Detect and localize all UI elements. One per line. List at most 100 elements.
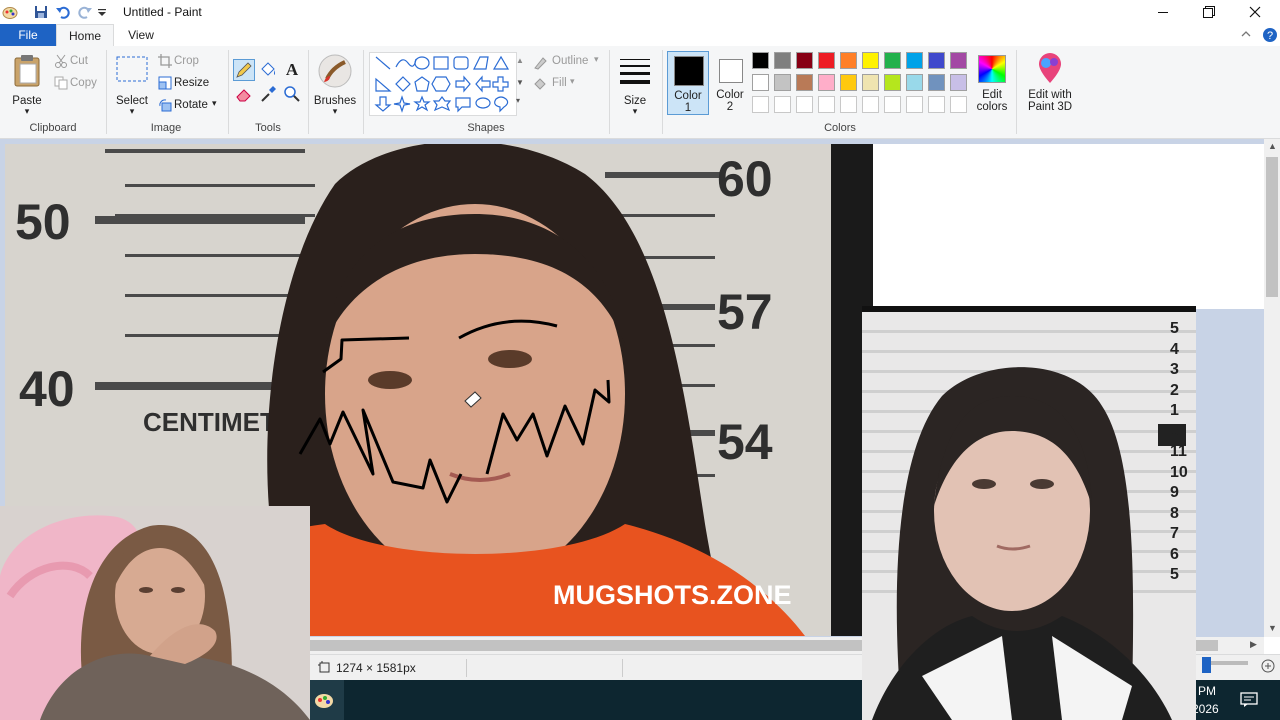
- color-picker-tool[interactable]: [258, 84, 278, 104]
- zoom-in-icon[interactable]: [1261, 659, 1275, 676]
- minimize-ribbon-icon[interactable]: [1240, 28, 1252, 43]
- palette-color[interactable]: [752, 74, 769, 91]
- customize-toolbar-icon[interactable]: [97, 4, 113, 20]
- palette-color[interactable]: [862, 52, 879, 69]
- save-icon[interactable]: [33, 4, 49, 20]
- scroll-right-icon[interactable]: ▶: [1250, 639, 1257, 650]
- taskbar-paint-app[interactable]: [306, 680, 344, 720]
- palette-color[interactable]: [840, 52, 857, 69]
- fill-tool[interactable]: [258, 60, 278, 80]
- zoom-slider-thumb[interactable]: [1202, 657, 1211, 673]
- pencil-icon: [236, 62, 252, 78]
- custom-color-slot[interactable]: [862, 96, 879, 113]
- palette-color[interactable]: [884, 74, 901, 91]
- rotate-button[interactable]: Rotate ▾: [156, 98, 222, 116]
- copy-label: Copy: [70, 77, 97, 89]
- vertical-scrollbar[interactable]: ▲ ▼: [1264, 139, 1280, 637]
- custom-color-slot[interactable]: [774, 96, 791, 113]
- crop-icon: [158, 54, 172, 71]
- custom-color-slot[interactable]: [840, 96, 857, 113]
- color2-number: 2: [726, 101, 734, 113]
- notifications-icon[interactable]: [1240, 692, 1258, 711]
- brushes-button[interactable]: Brushes ▾: [312, 52, 358, 118]
- tab-home[interactable]: Home: [56, 24, 114, 48]
- tab-view[interactable]: View: [118, 24, 164, 46]
- palette-color[interactable]: [840, 74, 857, 91]
- taskbar-time: PM: [1198, 684, 1216, 698]
- restore-button[interactable]: [1186, 0, 1232, 24]
- shapes-group-label: Shapes: [467, 122, 505, 134]
- outline-button[interactable]: Outline ▾: [532, 54, 604, 72]
- palette-color[interactable]: [774, 52, 791, 69]
- color-palette: [752, 52, 974, 118]
- palette-color[interactable]: [818, 74, 835, 91]
- color2-button[interactable]: Color 2: [710, 51, 750, 115]
- eraser-tool[interactable]: [234, 84, 254, 104]
- canvas-blank-area[interactable]: [873, 144, 1264, 309]
- paste-button[interactable]: Paste ▾: [8, 52, 48, 118]
- vertical-scroll-thumb[interactable]: [1266, 157, 1278, 297]
- custom-color-slot[interactable]: [884, 96, 901, 113]
- custom-color-slot[interactable]: [928, 96, 945, 113]
- palette-color[interactable]: [796, 74, 813, 91]
- height-scale-number: 6: [1170, 545, 1179, 563]
- custom-color-slot[interactable]: [818, 96, 835, 113]
- text-tool[interactable]: A: [282, 60, 302, 80]
- pencil-tool[interactable]: [233, 59, 255, 81]
- custom-color-slot[interactable]: [906, 96, 923, 113]
- outline-icon: [532, 54, 548, 73]
- edit-colors-button[interactable]: Edit colors: [974, 51, 1010, 117]
- divider: [622, 659, 623, 677]
- palette-color[interactable]: [928, 74, 945, 91]
- height-scale-number: 8: [1170, 504, 1179, 522]
- magnifier-tool[interactable]: [282, 84, 302, 104]
- redo-icon[interactable]: [77, 4, 93, 20]
- custom-color-slot[interactable]: [796, 96, 813, 113]
- custom-color-slot[interactable]: [950, 96, 967, 113]
- cut-button[interactable]: Cut: [52, 54, 102, 72]
- palette-color[interactable]: [774, 74, 791, 91]
- palette-color[interactable]: [818, 52, 835, 69]
- scroll-down-icon[interactable]: ▼: [1268, 623, 1277, 633]
- custom-color-slot[interactable]: [752, 96, 769, 113]
- magnifier-icon: [284, 86, 300, 102]
- shapes-more-icon[interactable]: ▾: [516, 96, 520, 105]
- height-scale-number: 9: [1170, 484, 1179, 501]
- undo-icon[interactable]: [55, 4, 71, 20]
- paste-dropdown-icon: ▾: [24, 106, 30, 116]
- size-button[interactable]: Size ▾: [614, 52, 656, 118]
- fill-button[interactable]: Fill ▾: [532, 76, 604, 94]
- color1-button[interactable]: Color 1: [667, 51, 709, 115]
- palette-color[interactable]: [884, 52, 901, 69]
- fill-dropdown-icon: ▾: [570, 76, 575, 86]
- palette-color[interactable]: [928, 52, 945, 69]
- close-button[interactable]: [1232, 0, 1278, 24]
- edit-with-paint3d-button[interactable]: Edit with Paint 3D: [1022, 51, 1078, 117]
- shapes-gallery[interactable]: [369, 52, 517, 116]
- help-icon[interactable]: ?: [1262, 27, 1278, 46]
- divider: [609, 50, 610, 134]
- color1-number: 1: [684, 102, 692, 114]
- zoom-slider-track[interactable]: [1208, 661, 1248, 665]
- minimize-button[interactable]: [1140, 0, 1186, 24]
- palette-color[interactable]: [796, 52, 813, 69]
- palette-color[interactable]: [906, 74, 923, 91]
- select-button[interactable]: Select ▾: [112, 52, 152, 118]
- shapes-scroll-up-icon[interactable]: ▲: [516, 56, 524, 65]
- palette-color[interactable]: [862, 74, 879, 91]
- palette-color[interactable]: [950, 52, 967, 69]
- paint3d-label-1: Edit with: [1028, 89, 1072, 101]
- resize-button[interactable]: Resize: [156, 76, 222, 94]
- copy-button[interactable]: Copy: [52, 76, 102, 94]
- crop-button[interactable]: Crop: [156, 54, 222, 72]
- paint-app-icon[interactable]: [2, 4, 18, 20]
- window-title: Untitled - Paint: [123, 5, 202, 19]
- palette-color[interactable]: [906, 52, 923, 69]
- palette-color[interactable]: [950, 74, 967, 91]
- tab-file[interactable]: File: [0, 24, 56, 46]
- paint3d-label-2: Paint 3D: [1027, 101, 1073, 113]
- scroll-up-icon[interactable]: ▲: [1268, 141, 1277, 151]
- shapes-scroll-down-icon[interactable]: ▼: [516, 78, 524, 87]
- palette-color[interactable]: [752, 52, 769, 69]
- fill-label: Fill: [552, 77, 567, 89]
